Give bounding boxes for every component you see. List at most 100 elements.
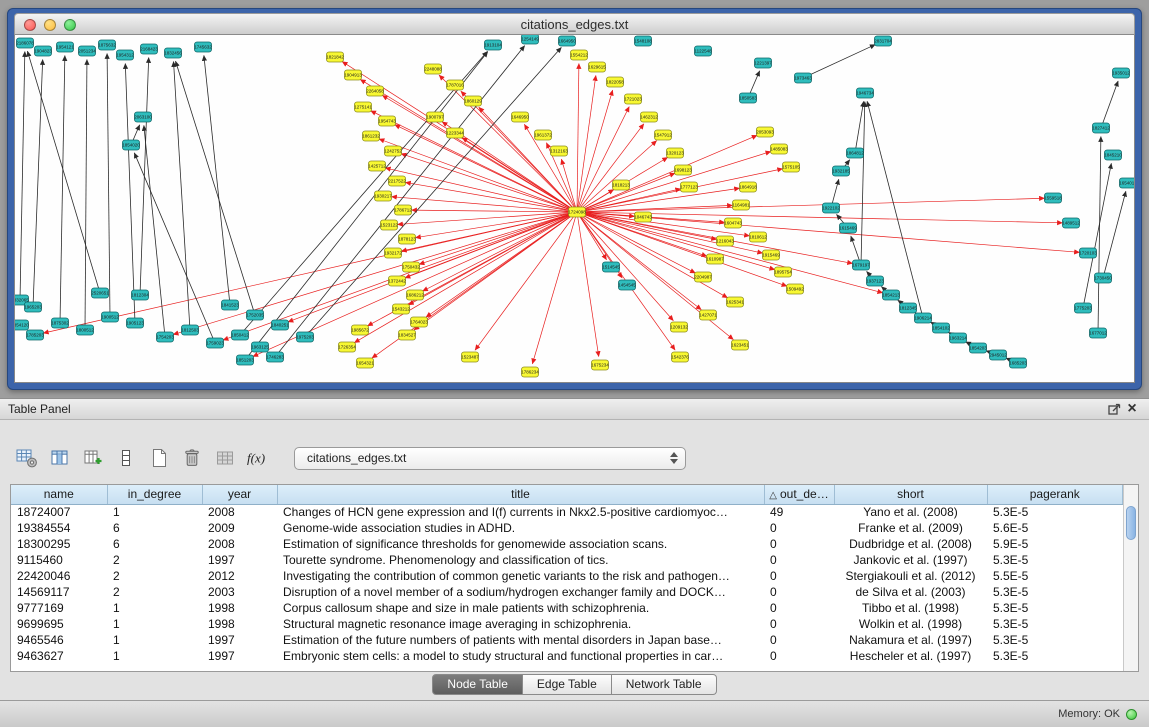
tab-edge-table[interactable]: Edge Table [523, 674, 612, 695]
table-cell[interactable]: 0 [764, 568, 834, 584]
table-cell[interactable]: Hescheler et al. (1997) [834, 648, 987, 664]
graph-node[interactable]: 1754203 [156, 332, 174, 342]
graph-edge[interactable] [419, 212, 577, 264]
table-cell[interactable]: 5.6E-5 [987, 520, 1123, 536]
table-cell[interactable]: Tourette syndrome. Phenomenology and cla… [277, 552, 764, 568]
table-cell[interactable]: 9465546 [11, 632, 107, 648]
graph-edge[interactable] [1103, 191, 1126, 278]
graph-node[interactable]: 1623451 [731, 340, 749, 350]
table-cell[interactable]: 2008 [202, 536, 277, 552]
table-cell[interactable]: 5.3E-5 [987, 584, 1123, 600]
graph-node[interactable]: 1854203 [969, 343, 987, 353]
table-cell[interactable]: de Silva et al. (2003) [834, 584, 987, 600]
graph-node[interactable]: 1850412 [231, 330, 249, 340]
graph-node[interactable]: 1254149 [521, 35, 539, 44]
graph-node[interactable]: 1677012 [1089, 328, 1107, 338]
graph-node[interactable]: 1646950 [511, 112, 529, 122]
graph-node[interactable]: 1724098 [568, 207, 586, 217]
graph-node[interactable]: 1860129 [464, 96, 482, 106]
zoom-window-button[interactable] [64, 19, 76, 31]
show-columns-icon[interactable] [47, 445, 73, 471]
table-cell[interactable]: 18724007 [11, 504, 107, 520]
graph-node[interactable]: 1750432 [402, 262, 420, 272]
table-cell[interactable]: Wolkin et al. (1998) [834, 616, 987, 632]
table-cell[interactable]: 5.3E-5 [987, 648, 1123, 664]
graph-edge[interactable] [577, 141, 657, 212]
graph-node[interactable]: 1895754 [774, 267, 792, 277]
table-cell[interactable]: 1998 [202, 600, 277, 616]
table-cell[interactable]: Estimation of significance thresholds fo… [277, 536, 764, 552]
graph-edge[interactable] [532, 212, 577, 364]
graph-node[interactable]: 1485083 [770, 144, 788, 154]
graph-node[interactable]: 1954121 [56, 42, 74, 52]
table-cell[interactable]: 5.9E-5 [987, 536, 1123, 552]
graph-node[interactable]: 1425712 [368, 161, 386, 171]
table-row[interactable]: 969969511998Structural magnetic resonanc… [11, 616, 1123, 632]
graph-edge[interactable] [1101, 81, 1118, 128]
table-cell[interactable]: Dudbridge et al. (2008) [834, 536, 987, 552]
graph-node[interactable]: 2264058 [366, 86, 384, 96]
graph-node[interactable]: 1275141 [354, 102, 372, 112]
graph-edge[interactable] [125, 63, 135, 323]
graph-node[interactable]: 1864812 [846, 148, 864, 158]
graph-node[interactable]: 1223344 [446, 128, 464, 138]
graph-edge[interactable] [577, 212, 728, 298]
table-cell[interactable]: 0 [764, 536, 834, 552]
graph-edge[interactable] [577, 212, 787, 286]
table-cell[interactable]: Tibbo et al. (1998) [834, 600, 987, 616]
graph-node[interactable]: 1935012 [1112, 68, 1130, 78]
graph-edge[interactable] [60, 55, 65, 323]
graph-node[interactable]: 1900797 [426, 112, 444, 122]
table-row[interactable]: 946362711997Embryonic stem cells: a mode… [11, 648, 1123, 664]
graph-node[interactable]: 1845210 [1104, 150, 1122, 160]
table-cell[interactable]: 19384554 [11, 520, 107, 536]
graph-node[interactable]: 1875632 [98, 40, 116, 50]
table-cell[interactable]: 5.3E-5 [987, 632, 1123, 648]
graph-edge[interactable] [20, 51, 25, 300]
graph-node[interactable]: 1922102 [822, 203, 840, 213]
column-header-year[interactable]: year [202, 485, 277, 504]
graph-node[interactable]: 1654012 [1119, 178, 1135, 188]
table-cell[interactable]: 2008 [202, 504, 277, 520]
graph-node[interactable]: 1786712 [394, 205, 412, 215]
graph-node[interactable]: 1698123 [674, 165, 692, 175]
table-cell[interactable]: 9463627 [11, 648, 107, 664]
graph-node[interactable]: 1547912 [654, 130, 672, 140]
graph-node[interactable]: 1854020 [122, 140, 140, 150]
graph-node[interactable]: 1906214 [914, 313, 932, 323]
memory-status-icon[interactable] [1126, 709, 1137, 720]
graph-node[interactable]: 1514545 [602, 262, 620, 272]
create-column-icon[interactable] [80, 445, 106, 471]
graph-node[interactable]: 1818213 [612, 180, 630, 190]
graph-edge[interactable] [354, 212, 577, 343]
table-cell[interactable]: 2003 [202, 584, 277, 600]
graph-node[interactable]: 1850583 [739, 93, 757, 103]
graph-node[interactable]: 1810612 [749, 232, 767, 242]
table-cell[interactable]: 9777169 [11, 600, 107, 616]
graph-edge[interactable] [288, 212, 577, 322]
table-cell[interactable]: 0 [764, 600, 834, 616]
table-cell[interactable]: 2 [107, 568, 202, 584]
graph-edge[interactable] [479, 107, 577, 212]
graph-node[interactable]: 1878123 [398, 234, 416, 244]
graph-node[interactable]: 1625341 [726, 297, 744, 307]
graph-node[interactable]: 1832456 [164, 48, 182, 58]
graph-edge[interactable] [577, 75, 596, 212]
graph-node[interactable]: 1932185 [832, 166, 850, 176]
graph-node[interactable]: 2217522 [388, 176, 406, 186]
table-cell[interactable]: Jankovic et al. (1997) [834, 552, 987, 568]
table-cell[interactable]: Changes of HCN gene expression and I(f) … [277, 504, 764, 520]
graph-node[interactable]: 1932172 [384, 248, 402, 258]
graph-node[interactable]: 1963125 [251, 342, 269, 352]
table-cell[interactable]: Estimation of the future numbers of pati… [277, 632, 764, 648]
graph-edge[interactable] [577, 198, 1045, 212]
column-header-short[interactable]: short [834, 485, 987, 504]
graph-edge[interactable] [577, 135, 757, 212]
table-cell[interactable]: Yano et al. (2008) [834, 504, 987, 520]
table-row[interactable]: 1938455462009Genome-wide association stu… [11, 520, 1123, 536]
graph-node[interactable]: 1915469 [762, 250, 780, 260]
graph-node[interactable]: 1726354 [338, 342, 356, 352]
graph-node[interactable]: 1841523 [221, 300, 239, 310]
graph-node[interactable]: 1686212 [406, 290, 424, 300]
graph-node[interactable]: 2053093 [756, 127, 774, 137]
